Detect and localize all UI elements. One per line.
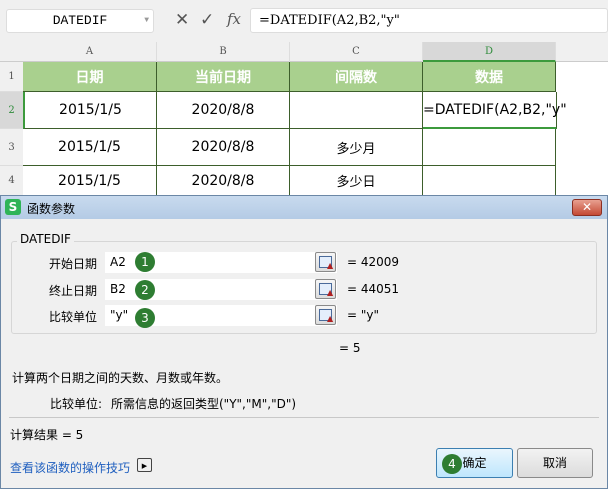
range-picker-button[interactable]: ▲ [315,305,336,325]
row-header-1[interactable]: 1 [0,62,23,92]
param-help-text: 所需信息的返回类型("Y","M","D") [111,397,297,411]
name-box[interactable]: DATEDIF ▼ [6,9,154,33]
cell-b2[interactable]: 2020/8/8 [157,92,290,129]
cell-b4[interactable]: 2020/8/8 [157,166,290,196]
formula-result: = 5 [339,341,361,355]
row-header-3[interactable]: 3 [0,129,23,166]
video-icon[interactable]: ▶ [137,458,152,472]
step-badge-2: 2 [135,280,155,300]
function-description: 计算两个日期之间的天数、月数或年数。 [12,371,229,385]
cell-c3[interactable]: 多少月 [290,129,423,166]
row-header-2[interactable]: 2 [0,92,23,129]
dialog-title: 函数参数 [27,202,76,216]
help-link[interactable]: 查看该函数的操作技巧 [10,459,130,476]
app-logo-icon: S [5,199,21,215]
param-label-end-date: 终止日期 [49,284,98,298]
function-arguments-dialog: S 函数参数 ✕ DATEDIF 开始日期 A2 1 ▲ = 42009 终止日… [0,195,608,489]
cancel-icon[interactable]: ✕ [175,10,189,30]
header-cell-interval[interactable]: 间隔数 [290,62,423,92]
column-header-b[interactable]: B [157,42,290,62]
chevron-down-icon[interactable]: ▼ [144,10,149,32]
name-box-value: DATEDIF [52,13,108,28]
dialog-title-bar[interactable]: S 函数参数 ✕ [1,196,607,219]
step-badge-1: 1 [135,252,155,272]
cell-b3[interactable]: 2020/8/8 [157,129,290,166]
header-cell-current-date[interactable]: 当前日期 [157,62,290,92]
param-result-unit: = "y" [347,308,380,322]
cell-d4[interactable] [423,166,556,196]
function-name: DATEDIF [17,232,74,246]
header-cell-date[interactable]: 日期 [23,62,157,92]
cancel-button[interactable]: 取消 [517,448,593,478]
param-label-unit: 比较单位 [49,310,98,324]
column-header-c[interactable]: C [290,42,423,62]
range-picker-button[interactable]: ▲ [315,252,336,272]
row-header-4[interactable]: 4 [0,166,23,196]
cell-a2[interactable]: 2015/1/5 [23,92,157,129]
step-badge-3: 3 [135,308,155,328]
column-header-d[interactable]: D [423,42,556,62]
param-result-end-date: = 44051 [347,282,400,296]
cell-a3[interactable]: 2015/1/5 [23,129,157,166]
range-picker-button[interactable]: ▲ [315,279,336,299]
cell-c4[interactable]: 多少日 [290,166,423,196]
step-badge-4: 4 [442,454,462,474]
column-header-a[interactable]: A [23,42,157,62]
cell-c2[interactable] [290,92,423,129]
enter-icon[interactable]: ✓ [200,10,214,30]
cell-d2-active[interactable]: =DATEDIF(A2,B2,"y" [423,92,567,129]
divider [9,417,599,418]
cell-d3[interactable] [423,129,556,166]
formula-input[interactable]: =DATEDIF(A2,B2,"y" [250,8,608,33]
ok-label: 确定 [462,456,487,470]
param-label-start-date: 开始日期 [49,257,98,271]
param-help-label: 比较单位: [50,397,103,411]
cell-a4[interactable]: 2015/1/5 [23,166,157,196]
close-button[interactable]: ✕ [572,199,602,216]
fx-icon[interactable]: fx [227,10,241,28]
param-result-start-date: = 42009 [347,255,400,269]
calc-result: 计算结果 = 5 [10,428,84,442]
header-cell-data[interactable]: 数据 [423,62,556,92]
